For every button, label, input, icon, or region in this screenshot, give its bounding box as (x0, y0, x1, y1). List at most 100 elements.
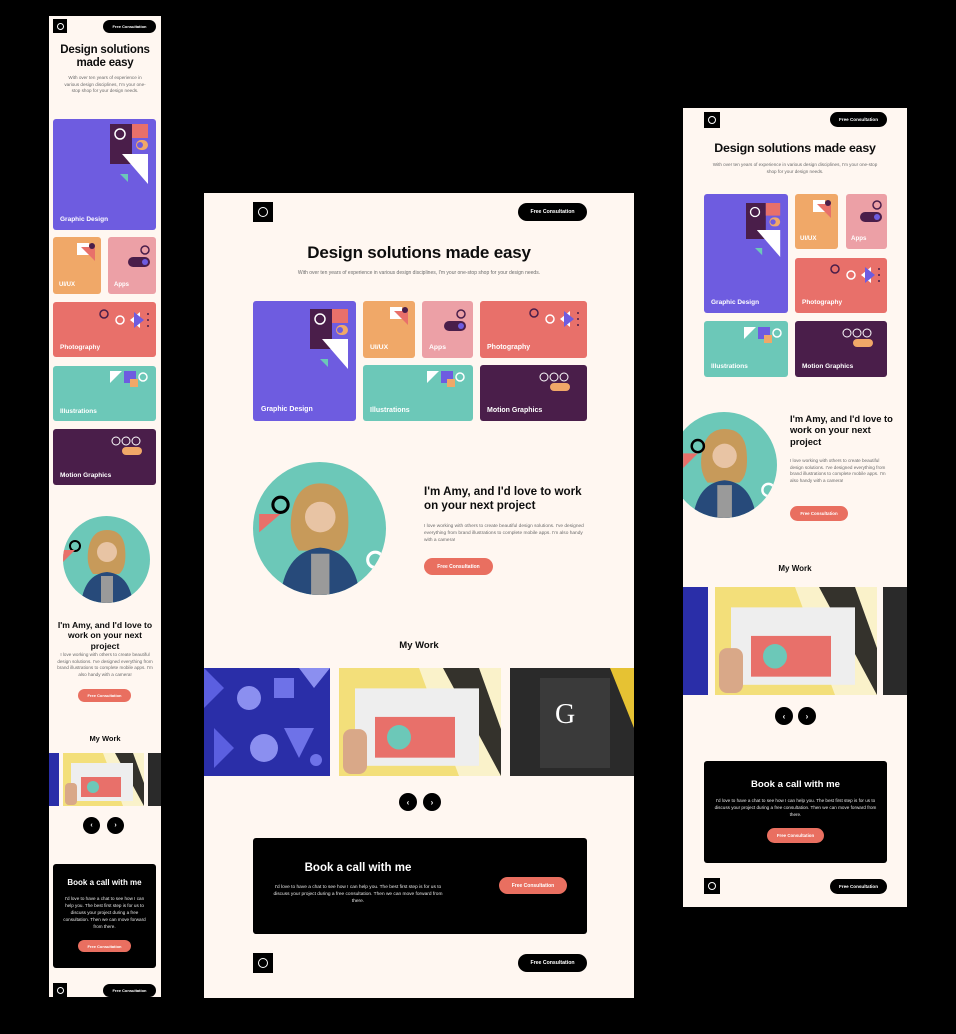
service-tile-photography[interactable]: Photography (480, 301, 587, 358)
work-item-geometric[interactable] (49, 753, 59, 806)
apps-art-icon (128, 245, 150, 267)
about-consultation-button[interactable]: Free Consultation (78, 689, 131, 702)
service-tile-graphic-design[interactable]: Graphic Design (704, 194, 788, 313)
illustrations-art-icon (427, 371, 465, 387)
geometric-pattern-image (204, 668, 330, 768)
footer-consultation-button[interactable]: Free Consultation (518, 954, 587, 972)
about-text: I love working with others to create bea… (790, 458, 886, 483)
about-title: I'm Amy, and I'd love to work on your ne… (57, 620, 153, 651)
service-tile-apps[interactable]: Apps (422, 301, 473, 358)
service-tile-motion-graphics[interactable]: Motion Graphics (480, 365, 587, 421)
apps-art-icon (444, 309, 466, 331)
service-label: Apps (114, 282, 129, 288)
service-tile-uiux[interactable]: UI/UX (795, 194, 838, 249)
chevron-right-icon: › (114, 822, 117, 829)
service-label: Apps (851, 235, 867, 242)
service-tile-motion-graphics[interactable]: Motion Graphics (53, 429, 156, 485)
service-label: UI/UX (370, 344, 389, 351)
prev-work-button[interactable]: ‹ (399, 793, 417, 811)
hero-title: Design solutions made easy (307, 243, 531, 262)
contact-consultation-button[interactable]: Free Consultation (767, 828, 824, 843)
service-tile-graphic-design[interactable]: Graphic Design (53, 119, 156, 230)
my-work-title: My Work (399, 640, 439, 651)
next-work-button[interactable]: › (798, 707, 816, 725)
graphic-design-art-icon (110, 124, 148, 184)
amy-portrait (253, 462, 386, 595)
chevron-left-icon: ‹ (406, 797, 410, 807)
about-text: I love working with others to create bea… (57, 652, 153, 677)
contact-title: Book a call with me (750, 779, 841, 790)
motion-graphics-art-icon (539, 372, 570, 391)
contact-consultation-button[interactable]: Free Consultation (499, 877, 567, 894)
service-label: Illustrations (370, 407, 410, 414)
service-tile-illustrations[interactable]: Illustrations (363, 365, 473, 421)
footer-logo-icon[interactable] (704, 878, 720, 894)
graphic-design-art-icon (746, 203, 781, 257)
service-tile-uiux[interactable]: UI/UX (363, 301, 415, 358)
graphic-design-art-icon (310, 309, 348, 369)
prev-work-button[interactable]: ‹ (775, 707, 793, 725)
uiux-art-icon (390, 307, 408, 325)
footer-consultation-button[interactable]: Free Consultation (830, 879, 887, 894)
nav-consultation-button[interactable]: Free Consultation (518, 203, 587, 221)
service-tile-motion-graphics[interactable]: Motion Graphics (795, 321, 887, 377)
service-tile-photography[interactable]: Photography (795, 258, 887, 313)
service-label: Illustrations (60, 408, 97, 415)
service-label: Graphic Design (711, 299, 760, 306)
desktop-layout: Free Consultation Design solutions made … (204, 193, 634, 998)
work-item-geometric[interactable] (683, 587, 708, 695)
work-item-book[interactable] (883, 587, 907, 695)
work-item-book[interactable]: G (510, 668, 634, 776)
logo-icon[interactable] (253, 202, 273, 222)
contact-section: Book a call with me I'd love to have a c… (253, 838, 587, 934)
work-item-book[interactable] (148, 753, 161, 806)
amy-portrait (683, 412, 777, 518)
service-label: Graphic Design (261, 406, 313, 413)
service-label: Motion Graphics (60, 472, 112, 479)
work-item-geometric[interactable] (204, 668, 330, 776)
logo-icon[interactable] (704, 112, 720, 128)
footer-logo-icon[interactable] (253, 953, 273, 973)
footer-consultation-button[interactable]: Free Consultation (103, 984, 156, 997)
service-tile-illustrations[interactable]: Illustrations (704, 321, 788, 377)
about-consultation-button[interactable]: Free Consultation (424, 558, 493, 575)
contact-title: Book a call with me (67, 878, 142, 887)
nav-consultation-button[interactable]: Free Consultation (830, 112, 887, 127)
apps-art-icon (860, 200, 882, 222)
service-tile-apps[interactable]: Apps (846, 194, 887, 249)
service-label: Apps (429, 344, 446, 351)
amy-portrait (63, 516, 150, 603)
prev-work-button[interactable]: ‹ (83, 817, 100, 834)
about-consultation-button[interactable]: Free Consultation (790, 506, 848, 521)
nav-consultation-button[interactable]: Free Consultation (103, 20, 156, 33)
newspaper-mockup-image (65, 753, 144, 806)
newspaper-mockup-image (343, 668, 501, 776)
uiux-art-icon (813, 200, 831, 218)
work-item-newspaper[interactable] (715, 587, 877, 695)
service-tile-graphic-design[interactable]: Graphic Design (253, 301, 356, 421)
contact-title: Book a call with me (304, 862, 412, 874)
service-tile-photography[interactable]: Photography (53, 302, 156, 357)
service-tile-illustrations[interactable]: Illustrations (53, 366, 156, 421)
service-label: Motion Graphics (802, 363, 854, 370)
footer-logo-icon[interactable] (53, 983, 67, 997)
service-tile-apps[interactable]: Apps (108, 237, 156, 294)
service-label: UI/UX (800, 235, 817, 242)
next-work-button[interactable]: › (107, 817, 124, 834)
logo-icon[interactable] (53, 19, 67, 33)
photography-art-icon (830, 264, 880, 283)
contact-section: Book a call with me I'd love to have a c… (704, 761, 887, 863)
service-label: Photography (802, 299, 843, 306)
work-item-newspaper[interactable] (63, 753, 144, 806)
hero-title: Design solutions made easy (60, 44, 150, 69)
service-tile-uiux[interactable]: UI/UX (53, 237, 101, 294)
contact-consultation-button[interactable]: Free Consultation (78, 940, 131, 952)
contact-section: Book a call with me I'd love to have a c… (53, 864, 156, 968)
chevron-right-icon: › (805, 711, 809, 721)
illustrations-art-icon (110, 371, 148, 387)
illustrations-art-icon (744, 327, 782, 343)
service-label: Graphic Design (60, 216, 109, 223)
service-label: Photography (60, 344, 101, 351)
work-item-newspaper[interactable] (339, 668, 501, 776)
next-work-button[interactable]: › (423, 793, 441, 811)
